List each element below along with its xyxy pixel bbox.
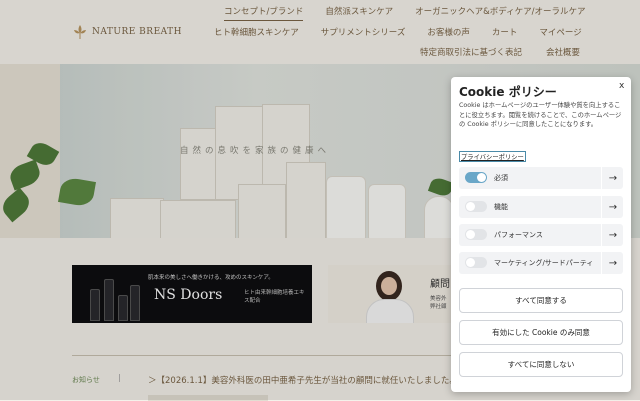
reject-all-button[interactable]: すべてに同意しない [459, 352, 623, 377]
accept-all-button[interactable]: すべて同意する [459, 288, 623, 313]
close-button[interactable]: x [619, 81, 624, 91]
cookie-category-functional: 機能 → [459, 196, 623, 218]
cookie-category-marketing: マーケティング/サードパーティ → [459, 252, 623, 274]
toggle-knob [466, 230, 475, 239]
cookie-title: Cookie ポリシー [459, 85, 557, 99]
category-label: 機能 [494, 203, 508, 211]
category-label: 必須 [494, 174, 508, 182]
toggle-switch[interactable] [465, 257, 487, 268]
arrow-right-icon[interactable]: → [601, 252, 624, 274]
arrow-right-icon[interactable]: → [601, 224, 624, 246]
cookie-category-required: 必須 → [459, 167, 623, 189]
arrow-right-icon[interactable]: → [601, 196, 624, 218]
toggle-knob [477, 173, 486, 182]
toggle-knob [466, 202, 475, 211]
toggle-knob [466, 258, 475, 267]
toggle-switch[interactable] [465, 172, 487, 183]
accept-selected-button[interactable]: 有効にした Cookie のみ同意 [459, 320, 623, 345]
cookie-policy-dialog: Cookie ポリシー x Cookie はホームページのユーザー体験や質を向上… [451, 77, 631, 392]
toggle-switch[interactable] [465, 201, 487, 212]
arrow-right-icon[interactable]: → [601, 167, 624, 189]
cookie-description: Cookie はホームページのユーザー体験や質を向上することに役立ちます。閲覧を… [459, 102, 622, 128]
toggle-switch[interactable] [465, 229, 487, 240]
privacy-policy-link[interactable]: プライバシーポリシー [459, 151, 526, 162]
category-label: マーケティング/サードパーティ [494, 259, 594, 267]
category-label: パフォーマンス [494, 231, 543, 239]
cookie-category-performance: パフォーマンス → [459, 224, 623, 246]
